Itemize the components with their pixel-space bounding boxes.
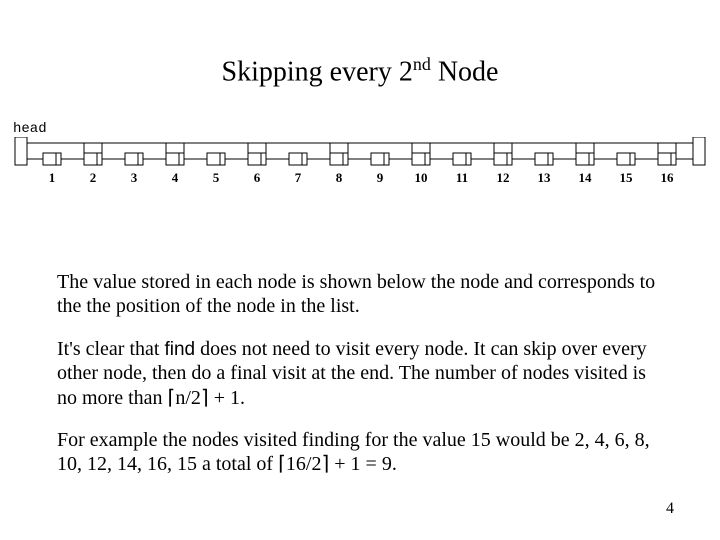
node-label: 4 [172, 170, 179, 185]
list-node [84, 143, 102, 165]
body-text: The value stored in each node is shown b… [57, 270, 667, 495]
ceiling-right-icon: ⌉ [201, 387, 209, 409]
node-label: 16 [661, 170, 675, 185]
node-label: 1 [49, 170, 56, 185]
list-node [43, 153, 61, 165]
list-node [658, 143, 676, 165]
page-title: Skipping every 2nd Node [0, 54, 720, 88]
node-label: 2 [90, 170, 97, 185]
skiplist-diagram: 12345678910111213141516 [13, 137, 707, 192]
page-number: 4 [666, 500, 674, 518]
node-label: 8 [336, 170, 343, 185]
list-node [289, 153, 307, 165]
title-superscript: nd [413, 54, 431, 74]
list-node [617, 153, 635, 165]
node-label: 9 [377, 170, 384, 185]
node-label: 11 [456, 170, 468, 185]
list-node [248, 143, 266, 165]
list-node [207, 153, 225, 165]
node-label: 12 [497, 170, 510, 185]
list-node [576, 143, 594, 165]
paragraph-2: It's clear that find does not need to vi… [57, 337, 667, 410]
node-label: 13 [538, 170, 552, 185]
title-post: Node [431, 56, 499, 87]
list-node [371, 153, 389, 165]
title-pre: Skipping every 2 [222, 56, 413, 87]
paragraph-1: The value stored in each node is shown b… [57, 270, 667, 319]
node-label: 7 [295, 170, 302, 185]
node-label: 15 [620, 170, 634, 185]
node-label: 10 [415, 170, 428, 185]
list-node [330, 143, 348, 165]
node-label: 5 [213, 170, 220, 185]
list-node [494, 143, 512, 165]
node-label: 6 [254, 170, 261, 185]
skiplist-svg: 12345678910111213141516 [13, 137, 707, 192]
head-label: head [13, 121, 47, 137]
list-node [166, 143, 184, 165]
find-keyword: find [164, 339, 195, 360]
node-label: 3 [131, 170, 138, 185]
list-node [412, 143, 430, 165]
list-node [453, 153, 471, 165]
paragraph-3: For example the nodes visited finding fo… [57, 428, 667, 477]
ceiling-left-icon: ⌈ [278, 453, 286, 475]
list-node [125, 153, 143, 165]
list-node [535, 153, 553, 165]
node-label: 14 [579, 170, 593, 185]
